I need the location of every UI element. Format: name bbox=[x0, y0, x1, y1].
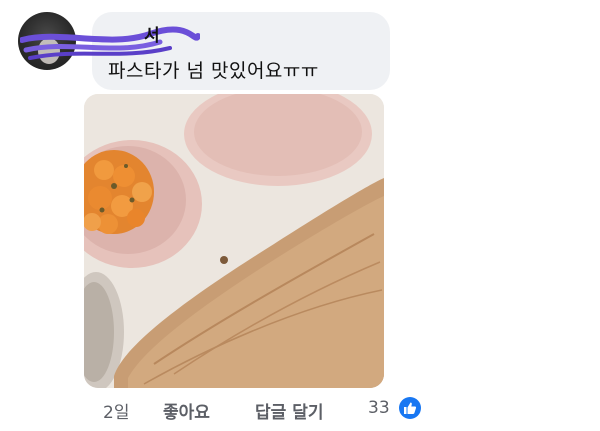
like-button[interactable]: 좋아요 bbox=[163, 398, 210, 423]
comment-photo[interactable] bbox=[84, 94, 384, 388]
reaction-count[interactable]: 33 bbox=[368, 398, 390, 418]
thumbs-up-icon[interactable] bbox=[399, 397, 421, 419]
reply-button[interactable]: 답글 달기 bbox=[255, 398, 323, 423]
comment-bubble: 서 파스타가 넘 맛있어요ㅠㅠ bbox=[20, 12, 390, 90]
comment-timestamp[interactable]: 2일 bbox=[103, 398, 129, 423]
comment-author[interactable]: 서 bbox=[144, 21, 160, 46]
comment-text: 파스타가 넘 맛있어요ㅠㅠ bbox=[108, 60, 319, 82]
photo-illustration bbox=[84, 94, 384, 388]
comment-actions: 2일 좋아요 답글 달기 33 bbox=[0, 396, 600, 423]
